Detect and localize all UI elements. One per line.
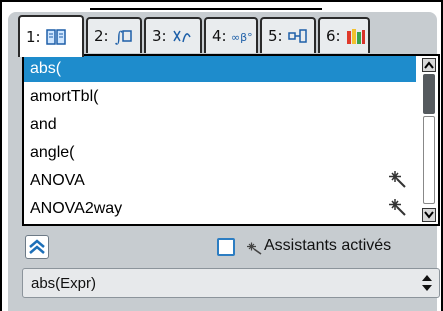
- list-item[interactable]: amortTbl(: [24, 84, 416, 110]
- tab-symbols[interactable]: 3:: [144, 17, 202, 53]
- wizard-icon: [388, 170, 408, 190]
- colors-icon: [345, 26, 367, 46]
- svg-text:∞β°: ∞β°: [231, 31, 253, 44]
- tab-label: 4:: [212, 27, 227, 45]
- double-chevron-up-icon: [29, 239, 45, 254]
- tab-label: 2:: [94, 27, 109, 45]
- units-icon: ∞β°: [231, 26, 253, 46]
- wizards-checkbox[interactable]: [217, 238, 235, 256]
- tab-math-templates[interactable]: 2: ∫: [86, 17, 142, 53]
- catalog-screen: 1: 2: ∫ 3: 4: ∞β° 5: 6: abs(amortTbl(a…: [0, 0, 443, 311]
- symbols-icon: [171, 26, 193, 46]
- svg-text:∫: ∫: [115, 28, 123, 45]
- list-item[interactable]: abs(: [24, 56, 416, 82]
- tab-label: 6:: [326, 27, 341, 45]
- list-item-label: and: [30, 116, 57, 133]
- list-item[interactable]: and: [24, 112, 416, 138]
- list-item[interactable]: angle(: [24, 140, 416, 166]
- chevron-up-icon: [424, 61, 434, 69]
- top-border-segment: [90, 8, 322, 10]
- list-item-label: ANOVA: [30, 172, 85, 189]
- top-border: [0, 0, 443, 2]
- tab-label: 3:: [152, 27, 167, 45]
- tab-library[interactable]: 5:: [260, 17, 316, 53]
- syntax-field[interactable]: abs(Expr): [22, 268, 440, 298]
- list-item-label: abs(: [30, 60, 62, 77]
- scroll-track[interactable]: [423, 116, 435, 204]
- catalog-book-icon: [45, 27, 67, 47]
- wizard-icon: [388, 198, 408, 218]
- tab-units[interactable]: 4: ∞β°: [204, 17, 258, 53]
- list-scrollbar[interactable]: [422, 58, 436, 222]
- tab-catalog[interactable]: 1:: [18, 15, 84, 57]
- list-item-label: amortTbl(: [30, 88, 99, 105]
- catalog-list[interactable]: abs( amortTbl( and angle( ANOVA ANOVA2wa…: [22, 54, 440, 226]
- left-border: [0, 0, 2, 311]
- syntax-value: abs(Expr): [31, 274, 97, 292]
- library-icon: [287, 26, 309, 46]
- scroll-up-button[interactable]: [422, 58, 436, 72]
- syntax-scroll-icon[interactable]: [421, 273, 433, 293]
- tab-colors[interactable]: 6:: [318, 17, 370, 53]
- tab-label: 5:: [268, 27, 283, 45]
- math-templates-icon: ∫: [113, 26, 135, 46]
- chevron-down-icon: [424, 211, 434, 219]
- scroll-thumb[interactable]: [423, 74, 435, 114]
- tab-label: 1:: [26, 28, 41, 46]
- syntax-help-button[interactable]: [25, 235, 49, 259]
- list-item-label: ANOVA2way: [30, 200, 123, 217]
- wizard-wand-icon: [246, 241, 264, 255]
- list-item[interactable]: ANOVA2way: [24, 196, 416, 222]
- list-item-label: angle(: [30, 144, 75, 161]
- list-item[interactable]: ANOVA: [24, 168, 416, 194]
- wizards-label[interactable]: Assistants activés: [264, 237, 391, 255]
- scroll-down-button[interactable]: [422, 208, 436, 222]
